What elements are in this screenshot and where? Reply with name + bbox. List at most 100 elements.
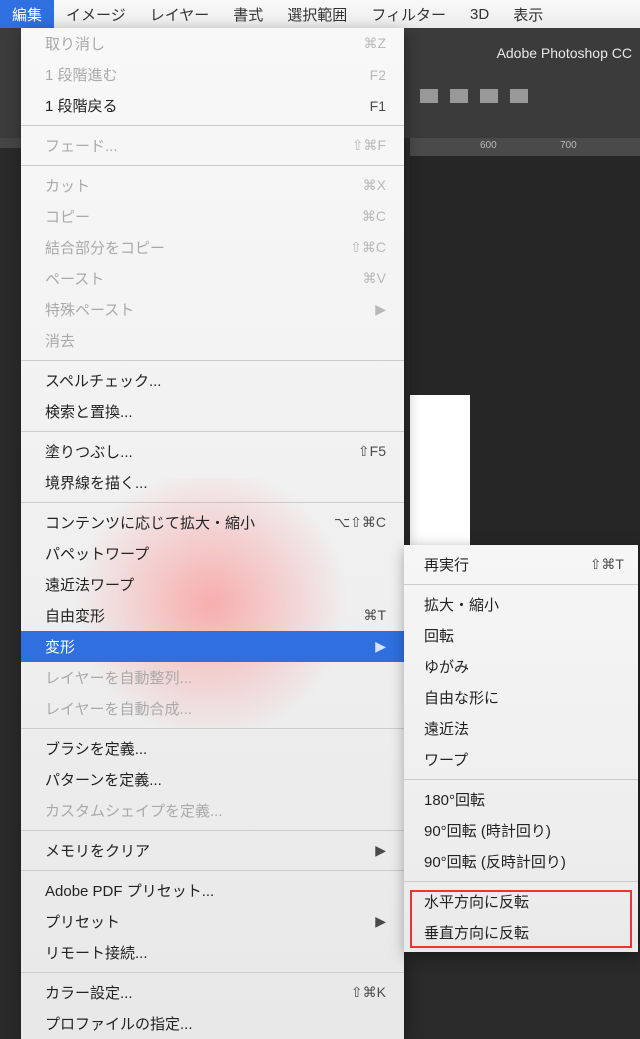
menu-item: 取り消し ⌘Z [21,28,404,59]
menu-item[interactable]: パペットワープ [21,538,404,569]
menu-item[interactable]: コンテンツに応じて拡大・縮小⌥⇧⌘C [21,507,404,538]
submenu-item-label: ワープ [424,749,468,770]
menu-item: 結合部分をコピー⇧⌘C [21,232,404,263]
edit-menu-dropdown: 取り消し⌘Z1 段階進むF21 段階戻るF1フェード...⇧⌘Fカット⌘Xコピー… [21,28,404,1039]
menubar-item-edit[interactable]: 編集 [0,0,54,29]
menu-item-label: ペースト [45,268,104,289]
submenu-item[interactable]: 180°回転 [404,784,638,815]
menu-shortcut: ⌘Z [363,35,386,52]
submenu-item[interactable]: 遠近法 [404,713,638,744]
menu-item[interactable]: ブラシを定義... [21,733,404,764]
menubar-item-3d[interactable]: 3D [458,2,501,27]
menu-separator [21,502,404,503]
submenu-item-label: 自由な形に [424,687,499,708]
menu-item[interactable]: Adobe PDF プリセット... [21,875,404,906]
chevron-right-icon: ▶ [375,842,386,859]
menu-shortcut: ⇧⌘K [351,984,386,1001]
submenu-item[interactable]: ゆがみ [404,651,638,682]
menu-item-label: パターンを定義... [45,769,162,790]
menu-item[interactable]: 変形▶ [21,631,404,662]
menu-item[interactable]: プロファイルの指定... [21,1008,404,1039]
menu-separator [21,830,404,831]
submenu-item-label: 再実行 [424,554,469,575]
menu-item-label: コンテンツに応じて拡大・縮小 [45,512,255,533]
menubar-item-select[interactable]: 選択範囲 [275,0,359,29]
menu-separator [21,972,404,973]
chevron-right-icon: ▶ [375,638,386,655]
menu-separator [404,584,638,585]
menu-item-label: 取り消し [45,33,105,54]
menu-item-label: カット [45,175,90,196]
submenu-item[interactable]: 水平方向に反転 [404,886,638,917]
menu-item-label: 結合部分をコピー [45,237,165,258]
submenu-item[interactable]: 回転 [404,620,638,651]
align-icon[interactable] [450,89,468,103]
submenu-item-label: 水平方向に反転 [424,891,529,912]
menu-item[interactable]: 1 段階戻るF1 [21,90,404,121]
menu-shortcut: ⌘C [362,208,386,225]
menu-item[interactable]: メモリをクリア▶ [21,835,404,866]
menu-shortcut: ⌘V [363,270,386,287]
menu-shortcut: F1 [370,98,386,114]
menu-item-label: レイヤーを自動整列... [45,667,192,688]
menu-item[interactable]: 自由変形 ⌘T [21,600,404,631]
submenu-item-label: 回転 [424,625,454,646]
menu-separator [21,360,404,361]
menu-item[interactable]: プリセット ▶ [21,906,404,937]
menu-item-label: Adobe PDF プリセット... [45,880,214,901]
align-icon[interactable] [480,89,498,103]
menu-item: レイヤーを自動合成... [21,693,404,724]
menu-item-label: 塗りつぶし... [45,441,133,462]
menu-item-label: 遠近法ワープ [45,574,134,595]
menu-item[interactable]: スペルチェック... [21,365,404,396]
menu-item-label: プリセット [45,911,120,932]
submenu-item-label: 90°回転 (時計回り) [424,820,551,841]
align-icon[interactable] [510,89,528,103]
menu-item[interactable]: 遠近法ワープ [21,569,404,600]
menu-item: 消去 [21,325,404,356]
menu-item-label: ブラシを定義... [45,738,147,759]
menubar-item-view[interactable]: 表示 [501,0,555,29]
submenu-item[interactable]: ワープ [404,744,638,775]
menu-item: フェード...⇧⌘F [21,130,404,161]
submenu-item[interactable]: 90°回転 (反時計回り) [404,846,638,877]
menu-item-label: 消去 [45,330,75,351]
menu-item[interactable]: パターンを定義... [21,764,404,795]
submenu-item[interactable]: 垂直方向に反転 [404,917,638,948]
menubar: 編集 イメージ レイヤー 書式 選択範囲 フィルター 3D 表示 [0,0,640,28]
menu-shortcut: ⌘T [363,607,386,624]
menu-item-label: レイヤーを自動合成... [45,698,192,719]
align-icon[interactable] [420,89,438,103]
menu-item: レイヤーを自動整列... [21,662,404,693]
menu-item-label: プロファイルの指定... [45,1013,193,1034]
menu-item-label: 自由変形 [45,605,105,626]
menubar-item-layer[interactable]: レイヤー [138,0,222,29]
menubar-item-image[interactable]: イメージ [54,0,138,29]
submenu-item-label: 遠近法 [424,718,469,739]
menu-item: カット⌘X [21,170,404,201]
menu-item[interactable]: カラー設定...⇧⌘K [21,977,404,1008]
menu-item[interactable]: 境界線を描く... [21,467,404,498]
submenu-item[interactable]: 拡大・縮小 [404,589,638,620]
menubar-item-filter[interactable]: フィルター [359,0,458,29]
chevron-right-icon: ▶ [375,913,386,930]
menu-item: 1 段階進むF2 [21,59,404,90]
menu-item-label: スペルチェック... [45,370,161,391]
canvas-document[interactable] [410,395,470,560]
menu-separator [21,728,404,729]
menu-item-label: パペットワープ [45,543,149,564]
menu-shortcut: F2 [370,67,386,83]
menu-item[interactable]: 検索と置換... [21,396,404,427]
submenu-item[interactable]: 自由な形に [404,682,638,713]
submenu-item[interactable]: 再実行 ⇧⌘T [404,549,638,580]
menu-item[interactable]: リモート接続... [21,937,404,968]
menu-item: ペースト ⌘V [21,263,404,294]
submenu-item[interactable]: 90°回転 (時計回り) [404,815,638,846]
menu-item-label: フェード... [45,135,118,156]
submenu-item-label: 拡大・縮小 [424,594,499,615]
menu-shortcut: ⇧⌘T [590,556,624,573]
menu-separator [21,125,404,126]
menubar-item-format[interactable]: 書式 [221,0,275,29]
submenu-item-label: ゆがみ [424,656,469,677]
menu-item[interactable]: 塗りつぶし...⇧F5 [21,436,404,467]
